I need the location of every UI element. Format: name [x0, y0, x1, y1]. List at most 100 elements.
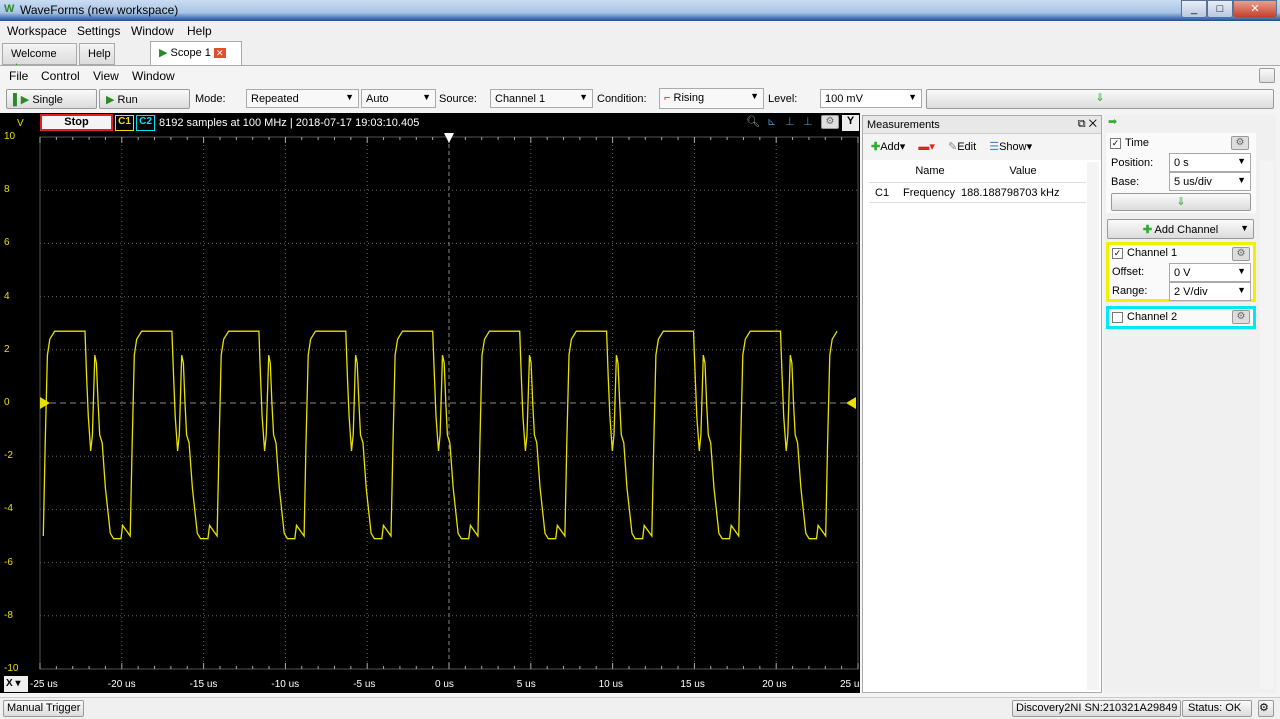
source-label: Source:: [439, 93, 477, 105]
condition-label: Condition:: [597, 93, 647, 105]
x-axis-label: X: [6, 678, 13, 689]
run-button[interactable]: ▶ Run: [99, 89, 190, 109]
chevron-down-icon: ▼: [1237, 175, 1246, 185]
base-label: Base:: [1111, 176, 1140, 188]
gear-icon[interactable]: ⚙: [1231, 136, 1249, 150]
x-tick-label: -5 us: [353, 679, 376, 690]
chevron-down-icon: ▼: [579, 92, 588, 102]
show-button[interactable]: Show: [999, 141, 1027, 153]
add-channel-label: Add Channel: [1154, 224, 1219, 236]
trigger-position-marker: [444, 133, 454, 143]
y-tick-label: -4: [4, 503, 13, 515]
column-header-value[interactable]: Value: [961, 162, 1085, 180]
gear-icon[interactable]: ⚙: [1258, 700, 1274, 717]
offset-select[interactable]: 0 V ▼: [1169, 263, 1251, 282]
source-value: Channel 1: [495, 93, 546, 105]
base-select[interactable]: 5 us/div ▼: [1169, 172, 1251, 191]
single-icon: ▌▶: [13, 94, 30, 106]
row-channel: C1: [875, 187, 890, 199]
app-logo-icon: W: [4, 3, 15, 15]
level-value: 100 mV: [825, 93, 863, 105]
x-tick-label: 20 us: [762, 679, 787, 690]
tab-welcome[interactable]: Welcome ＋: [2, 43, 77, 75]
mode-label: Mode:: [195, 93, 226, 105]
remove-icon[interactable]: ▬▾: [918, 141, 935, 153]
arrow-right-icon[interactable]: ➡: [1108, 115, 1117, 128]
row-value: 188.188798703 kHz: [961, 187, 1060, 199]
condition-select[interactable]: ⌐ Rising ▼: [659, 88, 764, 109]
chevron-down-icon: ▼: [750, 91, 759, 101]
time-checkbox[interactable]: ✓: [1110, 137, 1121, 149]
time-slider[interactable]: ⇓: [1111, 193, 1251, 211]
x-tick-label: -10 us: [271, 679, 300, 690]
menu-view[interactable]: View: [93, 69, 119, 83]
manual-trigger-button[interactable]: Manual Trigger: [3, 700, 85, 717]
tab-help[interactable]: Help: [79, 43, 115, 65]
auto-value: Auto: [366, 93, 389, 105]
position-label: Position:: [1111, 157, 1154, 169]
offset-value: 0 V: [1174, 267, 1191, 279]
channel-2-group: Channel 2 ⚙: [1106, 306, 1256, 329]
menu-help[interactable]: Help: [187, 24, 212, 38]
menu-window[interactable]: Window: [132, 69, 175, 83]
menu-bar: Workspace Settings Window Help: [0, 21, 1280, 41]
x-tick-label: 15 us: [680, 679, 705, 690]
menu-settings[interactable]: Settings: [77, 24, 120, 38]
settings-panel: ➡ ✓ Time ⚙ Position: 0 s ▼ Base: 5 us/div ▼…: [1104, 115, 1276, 693]
chevron-down-icon: ▼: [345, 92, 354, 102]
mode-select[interactable]: Repeated ▼: [246, 89, 359, 108]
add-measurement-button[interactable]: Add: [880, 141, 900, 153]
close-tab-icon[interactable]: ✕: [213, 48, 226, 58]
window-title: WaveForms (new workspace): [20, 3, 179, 17]
table-row[interactable]: C1 Frequency 188.188798703 kHz: [869, 182, 1086, 203]
x-tick-label: 5 us: [516, 679, 536, 690]
tab-scope-1[interactable]: ▶ Scope 1 ✕: [150, 41, 242, 65]
scrollbar[interactable]: [1087, 162, 1099, 690]
auto-select[interactable]: Auto ▼: [361, 89, 436, 108]
measurements-panel: Measurements ⧉ ✕ ✚Add▾ ▬▾ ✎Edit ☰Show▾ Na…: [862, 115, 1102, 693]
position-select[interactable]: 0 s ▼: [1169, 153, 1251, 172]
row-name: Frequency: [903, 187, 955, 199]
range-value: 2 V/div: [1174, 286, 1208, 298]
chevron-down-icon: ▼: [422, 92, 431, 102]
menu-workspace[interactable]: Workspace: [7, 24, 67, 38]
menu-window[interactable]: Window: [131, 24, 174, 38]
single-button[interactable]: ▌▶ Single: [6, 89, 97, 109]
title-bar: W WaveForms (new workspace) _ □ ✕: [0, 0, 1280, 21]
gear-icon[interactable]: ⚙: [1232, 310, 1250, 324]
chevron-down-icon: ▼: [908, 92, 917, 102]
close-button[interactable]: ✕: [1233, 0, 1277, 18]
run-label: Run: [117, 94, 138, 106]
channel-1-checkbox[interactable]: ✓: [1112, 247, 1123, 259]
trigger-level-marker: [846, 397, 856, 409]
menu-file[interactable]: File: [9, 69, 28, 83]
range-select[interactable]: 2 V/div ▼: [1169, 282, 1251, 301]
minimize-button[interactable]: _: [1181, 0, 1207, 18]
plot-canvas: [39, 133, 859, 670]
measurements-header: Measurements ⧉ ✕: [863, 116, 1101, 134]
gear-icon[interactable]: ⚙: [1232, 247, 1250, 261]
arrow-down-icon: ⇓: [1095, 92, 1105, 104]
source-select[interactable]: Channel 1 ▼: [490, 89, 593, 108]
edit-button[interactable]: Edit: [957, 141, 976, 153]
add-channel-button[interactable]: ✚ Add Channel ▼: [1107, 219, 1254, 239]
level-input[interactable]: 100 mV ▼: [820, 89, 922, 108]
y-tick-label: 4: [4, 290, 10, 302]
x-tick-label: 25 us: [840, 679, 865, 690]
device-button[interactable]: Discovery2NI SN:210321A29849: [1012, 700, 1182, 717]
y-tick-label: -10: [4, 663, 19, 674]
column-header-name[interactable]: Name: [899, 162, 961, 180]
maximize-button[interactable]: □: [1207, 0, 1233, 18]
scrollbar[interactable]: [1260, 161, 1274, 689]
x-tick-label: 10 us: [598, 679, 624, 690]
menu-control[interactable]: Control: [41, 69, 80, 83]
restore-icon[interactable]: [1259, 68, 1275, 83]
x-axis-button[interactable]: X ▾: [4, 676, 28, 692]
range-label: Range:: [1112, 285, 1148, 297]
channel-2-checkbox[interactable]: [1112, 311, 1123, 323]
time-label: Time: [1125, 137, 1150, 149]
close-panel-icon[interactable]: ⧉ ✕: [1078, 118, 1097, 131]
x-tick-label: -20 us: [107, 679, 136, 690]
chevron-down-icon: ▼: [1237, 266, 1246, 276]
level-slider[interactable]: ⇓: [926, 89, 1274, 109]
